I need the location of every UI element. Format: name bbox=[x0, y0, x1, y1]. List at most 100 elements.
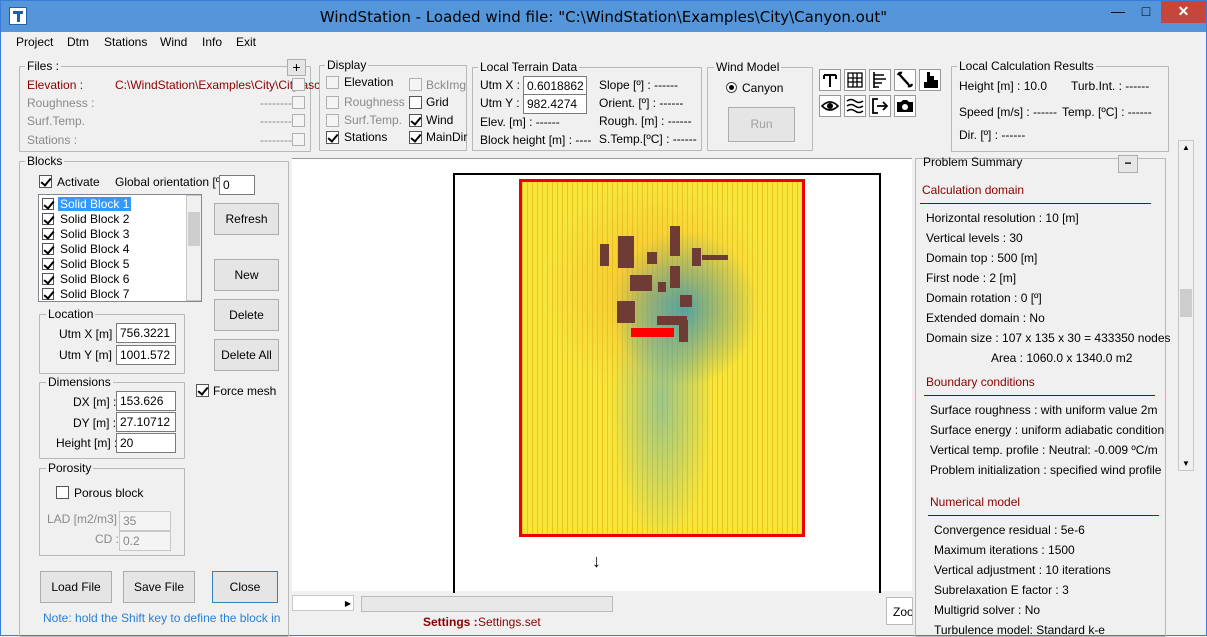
buildings-icon[interactable] bbox=[919, 69, 941, 91]
settings-label: Settings : bbox=[423, 615, 478, 629]
summary-scrollbar[interactable]: ▲ ▼ bbox=[1178, 140, 1194, 471]
eye-icon[interactable] bbox=[819, 95, 841, 117]
result-height: Height [m] : 10.0 bbox=[959, 79, 1048, 93]
run-button[interactable]: Run bbox=[728, 107, 795, 142]
summary-scroll-thumb[interactable] bbox=[1180, 289, 1192, 317]
lad-field[interactable]: 35 bbox=[119, 511, 171, 531]
delete-all-button[interactable]: Delete All bbox=[214, 339, 279, 371]
boundary-heading: Boundary conditions bbox=[926, 375, 1035, 389]
porosity-title: Porosity bbox=[46, 461, 94, 475]
display-roughness-checkbox[interactable] bbox=[326, 96, 339, 109]
collapse-summary-button[interactable]: − bbox=[1118, 155, 1138, 173]
building-block bbox=[680, 295, 692, 307]
wrench-icon[interactable] bbox=[894, 69, 916, 91]
local-results-title: Local Calculation Results bbox=[957, 59, 1096, 73]
terrain-utmy-field[interactable]: 982.4274 bbox=[523, 94, 587, 114]
display-wind-checkbox[interactable] bbox=[409, 114, 422, 127]
wind-field bbox=[519, 179, 805, 537]
scroll-down-icon[interactable]: ▼ bbox=[1182, 459, 1190, 468]
blocks-title: Blocks bbox=[25, 154, 65, 168]
shift-key-note: Note: hold the Shift key to define the b… bbox=[43, 611, 281, 625]
menu-bar: Project Dtm Stations Wind Info Exit bbox=[1, 32, 1206, 53]
porous-block-checkbox[interactable] bbox=[56, 486, 69, 499]
export-icon[interactable] bbox=[869, 95, 891, 117]
display-stations-checkbox[interactable] bbox=[326, 131, 339, 144]
stations-file-checkbox[interactable] bbox=[292, 133, 305, 146]
summary-line: Multigrid solver : No bbox=[934, 603, 1041, 617]
list-scrollbar[interactable] bbox=[186, 195, 201, 301]
progress-bar bbox=[361, 596, 613, 612]
load-file-button[interactable]: Load File bbox=[40, 571, 112, 603]
refresh-button[interactable]: Refresh bbox=[214, 203, 279, 235]
activate-label: Activate bbox=[57, 175, 100, 189]
roughness-file-checkbox[interactable] bbox=[292, 96, 305, 109]
settings-value: Settings.set bbox=[478, 615, 541, 629]
close-blocks-button[interactable]: Close bbox=[212, 571, 278, 603]
surftemp-file-checkbox[interactable] bbox=[292, 114, 305, 127]
terrain-elev: Elev. [m] : ------ bbox=[480, 115, 560, 129]
location-x-field[interactable]: 756.3221 bbox=[116, 323, 176, 343]
cd-field[interactable]: 0.2 bbox=[119, 531, 171, 551]
location-title: Location bbox=[46, 307, 96, 321]
anemometer-icon[interactable] bbox=[819, 69, 841, 91]
numerical-divider bbox=[928, 515, 1159, 516]
menu-info[interactable]: Info bbox=[202, 35, 222, 49]
menu-project[interactable]: Project bbox=[16, 35, 53, 49]
scroll-up-icon[interactable]: ▲ bbox=[1182, 143, 1190, 152]
close-window-button[interactable]: ✕ bbox=[1161, 1, 1206, 23]
files-title: Files : bbox=[25, 59, 62, 73]
summary-line: Vertical levels : 30 bbox=[926, 231, 1023, 245]
summary-line: Vertical adjustment : 10 iterations bbox=[934, 563, 1111, 577]
boundary-divider bbox=[924, 395, 1155, 396]
display-surftemp-label: Surf.Temp. bbox=[344, 113, 403, 127]
canyon-radio[interactable] bbox=[726, 82, 737, 93]
display-elevation-checkbox[interactable] bbox=[326, 76, 339, 89]
horizontal-scrollbar[interactable]: ▶ bbox=[292, 595, 354, 611]
display-stations-label: Stations bbox=[344, 130, 388, 144]
building-block bbox=[618, 236, 634, 268]
selected-block[interactable] bbox=[631, 328, 674, 337]
zoom-tab[interactable]: Zoo bbox=[886, 597, 913, 625]
wind-profile-icon[interactable] bbox=[869, 69, 891, 91]
porous-block-label: Porous block bbox=[74, 486, 144, 500]
new-block-button[interactable]: New bbox=[214, 259, 279, 291]
orientation-field[interactable]: 0 bbox=[219, 175, 255, 195]
summary-line: Domain rotation : 0 [º] bbox=[926, 291, 1042, 305]
menu-exit[interactable]: Exit bbox=[236, 35, 256, 49]
grid-icon[interactable] bbox=[844, 69, 866, 91]
building-block bbox=[670, 266, 680, 288]
delete-block-button[interactable]: Delete bbox=[214, 299, 279, 331]
scroll-right-icon[interactable]: ▶ bbox=[345, 599, 351, 608]
display-maindir-checkbox[interactable] bbox=[409, 131, 422, 144]
camera-icon[interactable] bbox=[894, 95, 916, 117]
minimize-button[interactable]: — bbox=[1104, 1, 1132, 23]
terrain-title: Local Terrain Data bbox=[478, 60, 580, 74]
elevation-file-checkbox[interactable] bbox=[292, 78, 305, 91]
map-view[interactable]: ↓ bbox=[292, 158, 912, 593]
display-surftemp-checkbox[interactable] bbox=[326, 114, 339, 127]
save-file-button[interactable]: Save File bbox=[123, 571, 195, 603]
location-y-field[interactable]: 1001.572 bbox=[116, 345, 176, 365]
summary-line: Domain size : 107 x 135 x 30 = 433350 no… bbox=[926, 331, 1171, 345]
height-field[interactable]: 20 bbox=[116, 433, 176, 453]
block-list[interactable]: Solid Block 1 Solid Block 2 Solid Block … bbox=[38, 194, 202, 302]
summary-line: Horizontal resolution : 10 [m] bbox=[926, 211, 1079, 225]
display-bckimg-checkbox[interactable] bbox=[409, 78, 422, 91]
waves-icon[interactable] bbox=[844, 95, 866, 117]
display-wind-label: Wind bbox=[426, 113, 454, 127]
menu-dtm[interactable]: Dtm bbox=[67, 35, 89, 49]
maximize-button[interactable]: □ bbox=[1132, 1, 1160, 23]
dy-field[interactable]: 27.10712 bbox=[116, 412, 176, 432]
summary-line: Surface roughness : with uniform value 2… bbox=[930, 403, 1158, 417]
location-x-label: Utm X [m] : bbox=[59, 327, 119, 341]
menu-stations[interactable]: Stations bbox=[104, 35, 147, 49]
menu-wind[interactable]: Wind bbox=[160, 35, 187, 49]
terrain-utmx-field[interactable]: 0.6018862 bbox=[523, 76, 587, 96]
display-grid-checkbox[interactable] bbox=[409, 96, 422, 109]
dx-field[interactable]: 153.626 bbox=[116, 391, 176, 411]
wind-direction-arrow-icon: ↓ bbox=[592, 551, 601, 571]
add-file-button[interactable]: + bbox=[287, 59, 306, 76]
activate-checkbox[interactable] bbox=[39, 175, 52, 188]
list-scroll-thumb[interactable] bbox=[188, 212, 200, 246]
force-mesh-checkbox[interactable] bbox=[196, 384, 209, 397]
